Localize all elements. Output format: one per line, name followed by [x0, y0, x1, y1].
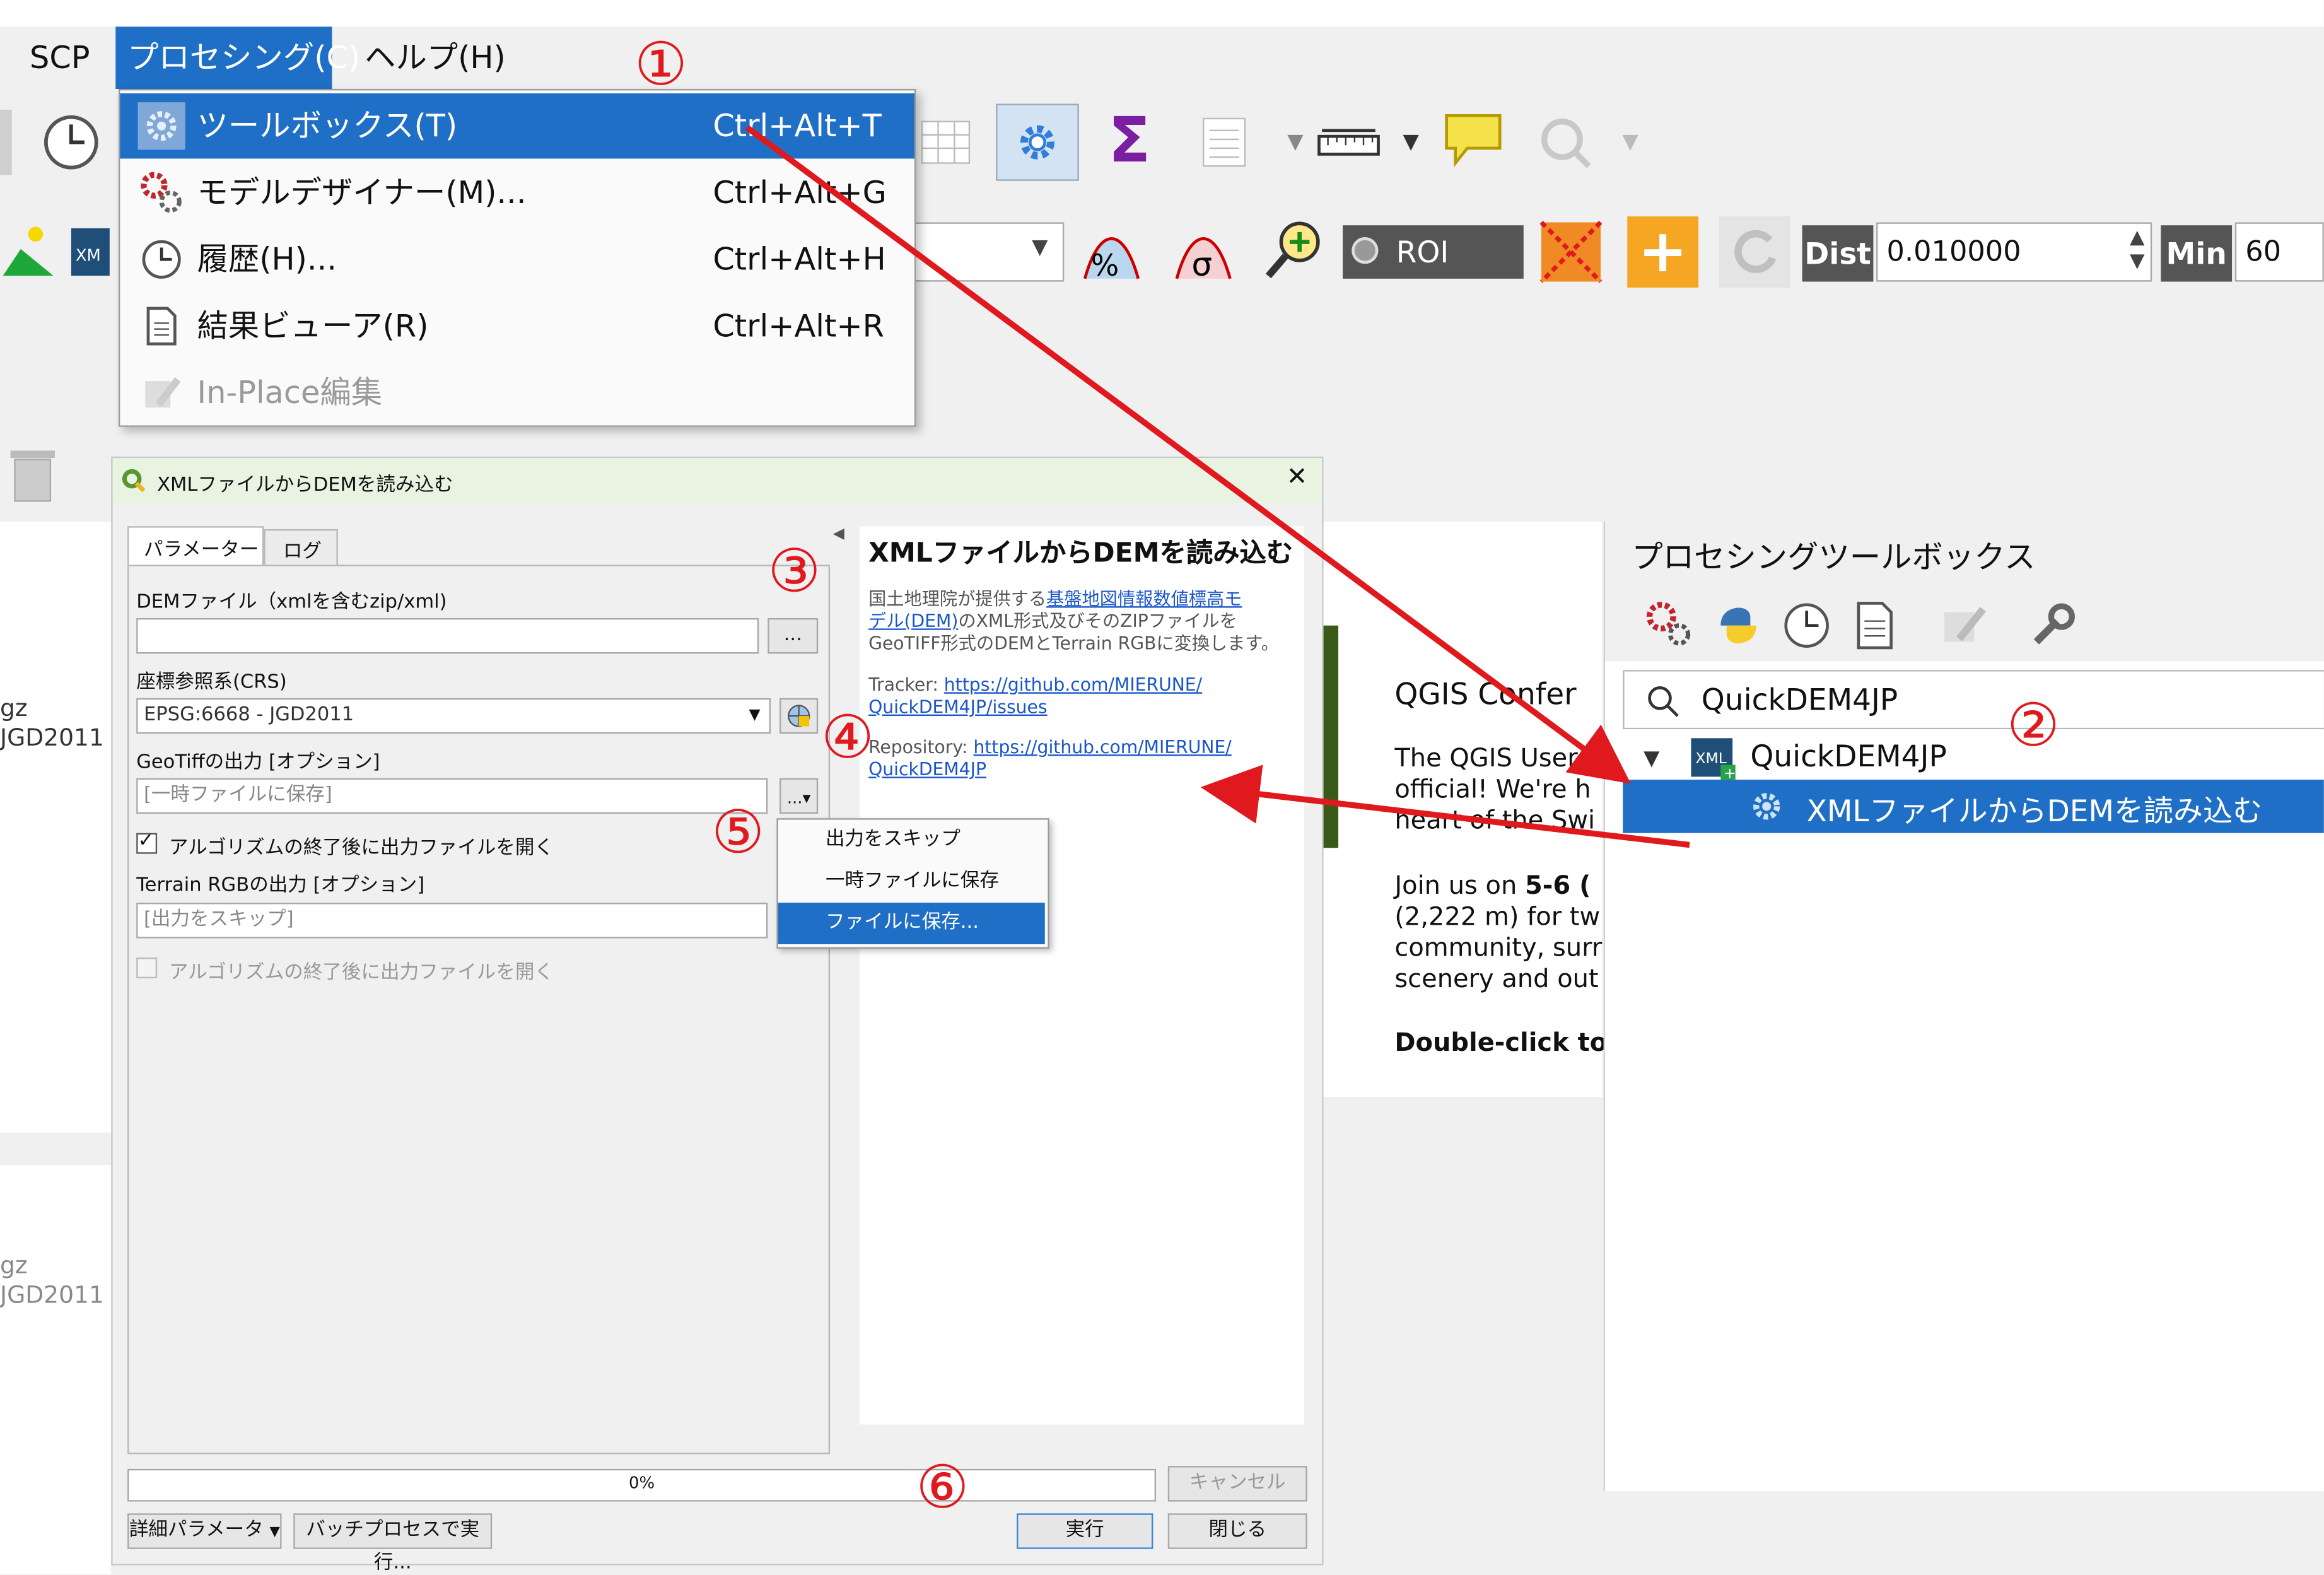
step-marker-4: ④: [820, 704, 875, 773]
annotation-arrows: [745, 125, 1690, 848]
step-marker-2: ②: [2006, 692, 2060, 761]
step-marker-6: ⑥: [916, 1454, 969, 1523]
annotation-arrow: [745, 125, 1631, 784]
step-marker-3: ③: [768, 538, 821, 607]
annotation-arrow: [1200, 764, 1690, 848]
step-marker-5: ⑤: [711, 799, 765, 867]
step-marker-1: ①: [634, 31, 688, 100]
